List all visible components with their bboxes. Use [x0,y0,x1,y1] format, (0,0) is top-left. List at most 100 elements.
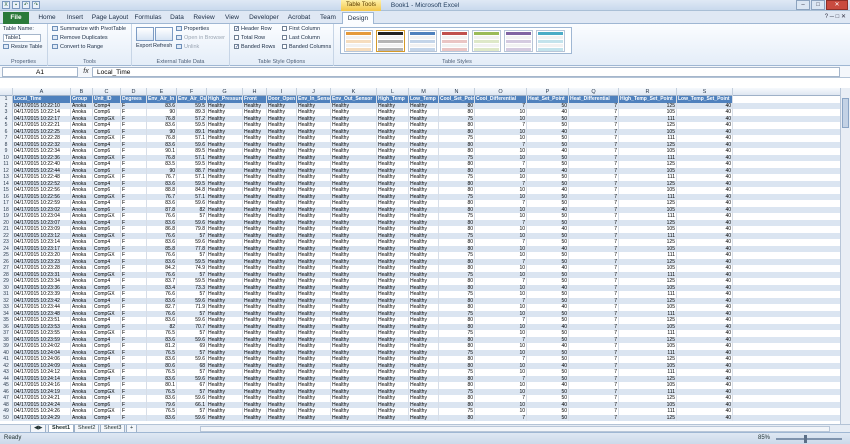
table-cell[interactable]: Comp4 [93,414,121,421]
tab-team[interactable]: Team [316,12,340,24]
column-header-J[interactable]: J [297,88,331,96]
table-style-swatch[interactable] [536,30,565,52]
table-cell[interactable]: Healthy [409,414,439,421]
tab-insert[interactable]: Insert [62,12,88,24]
table-cell[interactable]: 7 [569,414,619,421]
first-column-checkbox[interactable]: First Column [282,26,320,32]
table-style-gallery[interactable] [340,27,572,54]
total-row-checkbox[interactable]: Total Row [234,35,265,41]
header-row-checkbox[interactable]: ✓ Header Row [234,26,272,32]
table-cell[interactable]: Healthy [297,414,331,421]
scroll-thumb[interactable] [842,98,849,128]
column-header-N[interactable]: N [439,88,475,96]
convert-to-range-button[interactable]: Convert to Range [52,44,103,50]
table-cell[interactable]: 50 [527,414,569,421]
column-header-P[interactable]: P [527,88,569,96]
zoom-level[interactable]: 85% [758,433,770,444]
column-header-L[interactable]: L [377,88,409,96]
last-column-checkbox[interactable]: Last Column [282,35,320,41]
table-style-swatch[interactable] [504,30,533,52]
table-cell[interactable]: Healthy [207,414,243,421]
group-tools: Summarize with PivotTable Remove Duplica… [48,24,132,66]
column-header-I[interactable]: I [267,88,297,96]
tab-formulas[interactable]: Formulas [132,12,164,24]
vertical-scrollbar[interactable] [840,88,850,424]
tab-page-layout[interactable]: Page Layout [90,12,130,24]
column-header-B[interactable]: B [71,88,93,96]
fx-icon[interactable]: fx [80,67,92,77]
summarize-pivot-button[interactable]: Summarize with PivotTable [52,26,126,32]
table-cell[interactable]: Anoka [71,414,93,421]
tab-file[interactable]: File [3,12,29,24]
tab-design[interactable]: Design [342,12,374,24]
export-button[interactable]: Export [136,43,152,49]
maximize-button[interactable]: □ [811,0,825,10]
zoom-knob[interactable] [804,435,807,443]
worksheet-grid[interactable]: ABCDEFGHIJKLMNOPQRS 1 Local_Time Group Unit… [0,88,840,424]
banded-columns-checkbox[interactable]: Banded Columns [282,44,331,50]
table-cell[interactable]: 83.6 [147,414,177,421]
tab-acrobat[interactable]: Acrobat [284,12,314,24]
remove-duplicates-button[interactable]: Remove Duplicates [52,35,108,41]
swatch-row [506,48,531,51]
select-all-corner[interactable] [0,88,13,96]
tab-view[interactable]: View [220,12,244,24]
column-header-M[interactable]: M [409,88,439,96]
table-cell[interactable]: Healthy [267,414,297,421]
table-style-swatch[interactable] [472,30,501,52]
formula-input[interactable]: Local_Time [92,67,840,77]
name-box[interactable]: A1 [2,67,78,77]
resize-table-button[interactable]: Resize Table [3,44,42,50]
refresh-icon[interactable] [155,27,173,41]
table-cell[interactable]: 7 [475,414,527,421]
tab-developer[interactable]: Developer [246,12,282,24]
checkbox-icon: ✓ [234,44,240,51]
table-cell[interactable]: 40 [677,414,733,421]
table-style-swatch[interactable] [440,30,469,52]
column-header-H[interactable]: H [243,88,267,96]
table-cell[interactable]: Healthy [377,414,409,421]
banded-rows-checkbox[interactable]: ✓ Banded Rows [234,44,275,50]
table-style-swatch[interactable] [376,30,405,52]
table-cell[interactable]: 59.6 [177,414,207,421]
column-header-R[interactable]: R [619,88,677,96]
close-button[interactable]: ✕ [826,0,848,10]
unlink-button[interactable]: Unlink [176,44,199,50]
column-header-D[interactable]: D [121,88,147,96]
tab-home[interactable]: Home [34,12,60,24]
swatch-row [474,40,499,43]
column-header-O[interactable]: O [475,88,527,96]
table-cell[interactable]: Healthy [243,414,267,421]
browser-icon [176,35,182,41]
row-number[interactable]: 50 [0,414,13,421]
table-cell[interactable]: 80 [439,414,475,421]
tab-data[interactable]: Data [166,12,188,24]
column-header-E[interactable]: E [147,88,177,96]
column-header-G[interactable]: G [207,88,243,96]
column-header-C[interactable]: C [93,88,121,96]
table-style-swatch[interactable] [344,30,373,52]
minimize-button[interactable]: – [796,0,810,10]
table-properties-button[interactable]: Properties [176,26,209,32]
swatch-row [410,40,435,43]
table-name-input[interactable]: Table1 [3,34,41,42]
column-header-K[interactable]: K [331,88,377,96]
zoom-slider[interactable] [776,435,842,443]
table-style-swatch[interactable] [408,30,437,52]
table-cell[interactable]: 125 [619,414,677,421]
column-header-Q[interactable]: Q [569,88,619,96]
help-icon[interactable]: ? ─ □ ✕ [825,13,846,20]
table-cell[interactable]: 04/17/2015 10:24:29 [13,414,71,421]
table-cell[interactable]: F [121,414,147,421]
column-header-A[interactable]: A [13,88,71,96]
export-icon[interactable] [136,27,154,41]
group-label-table-styles: Table Styles [442,59,472,65]
column-header-F[interactable]: F [177,88,207,96]
refresh-button[interactable]: Refresh [153,43,172,49]
table-cell[interactable]: Healthy [331,414,377,421]
swatch-row [538,44,563,47]
open-in-browser-button[interactable]: Open in Browser [176,35,225,41]
tab-review[interactable]: Review [190,12,218,24]
title-bar: X ▪ ↶ ↷ Table Tools Book1 - Microsoft Ex… [0,0,850,11]
column-header-S[interactable]: S [677,88,733,96]
